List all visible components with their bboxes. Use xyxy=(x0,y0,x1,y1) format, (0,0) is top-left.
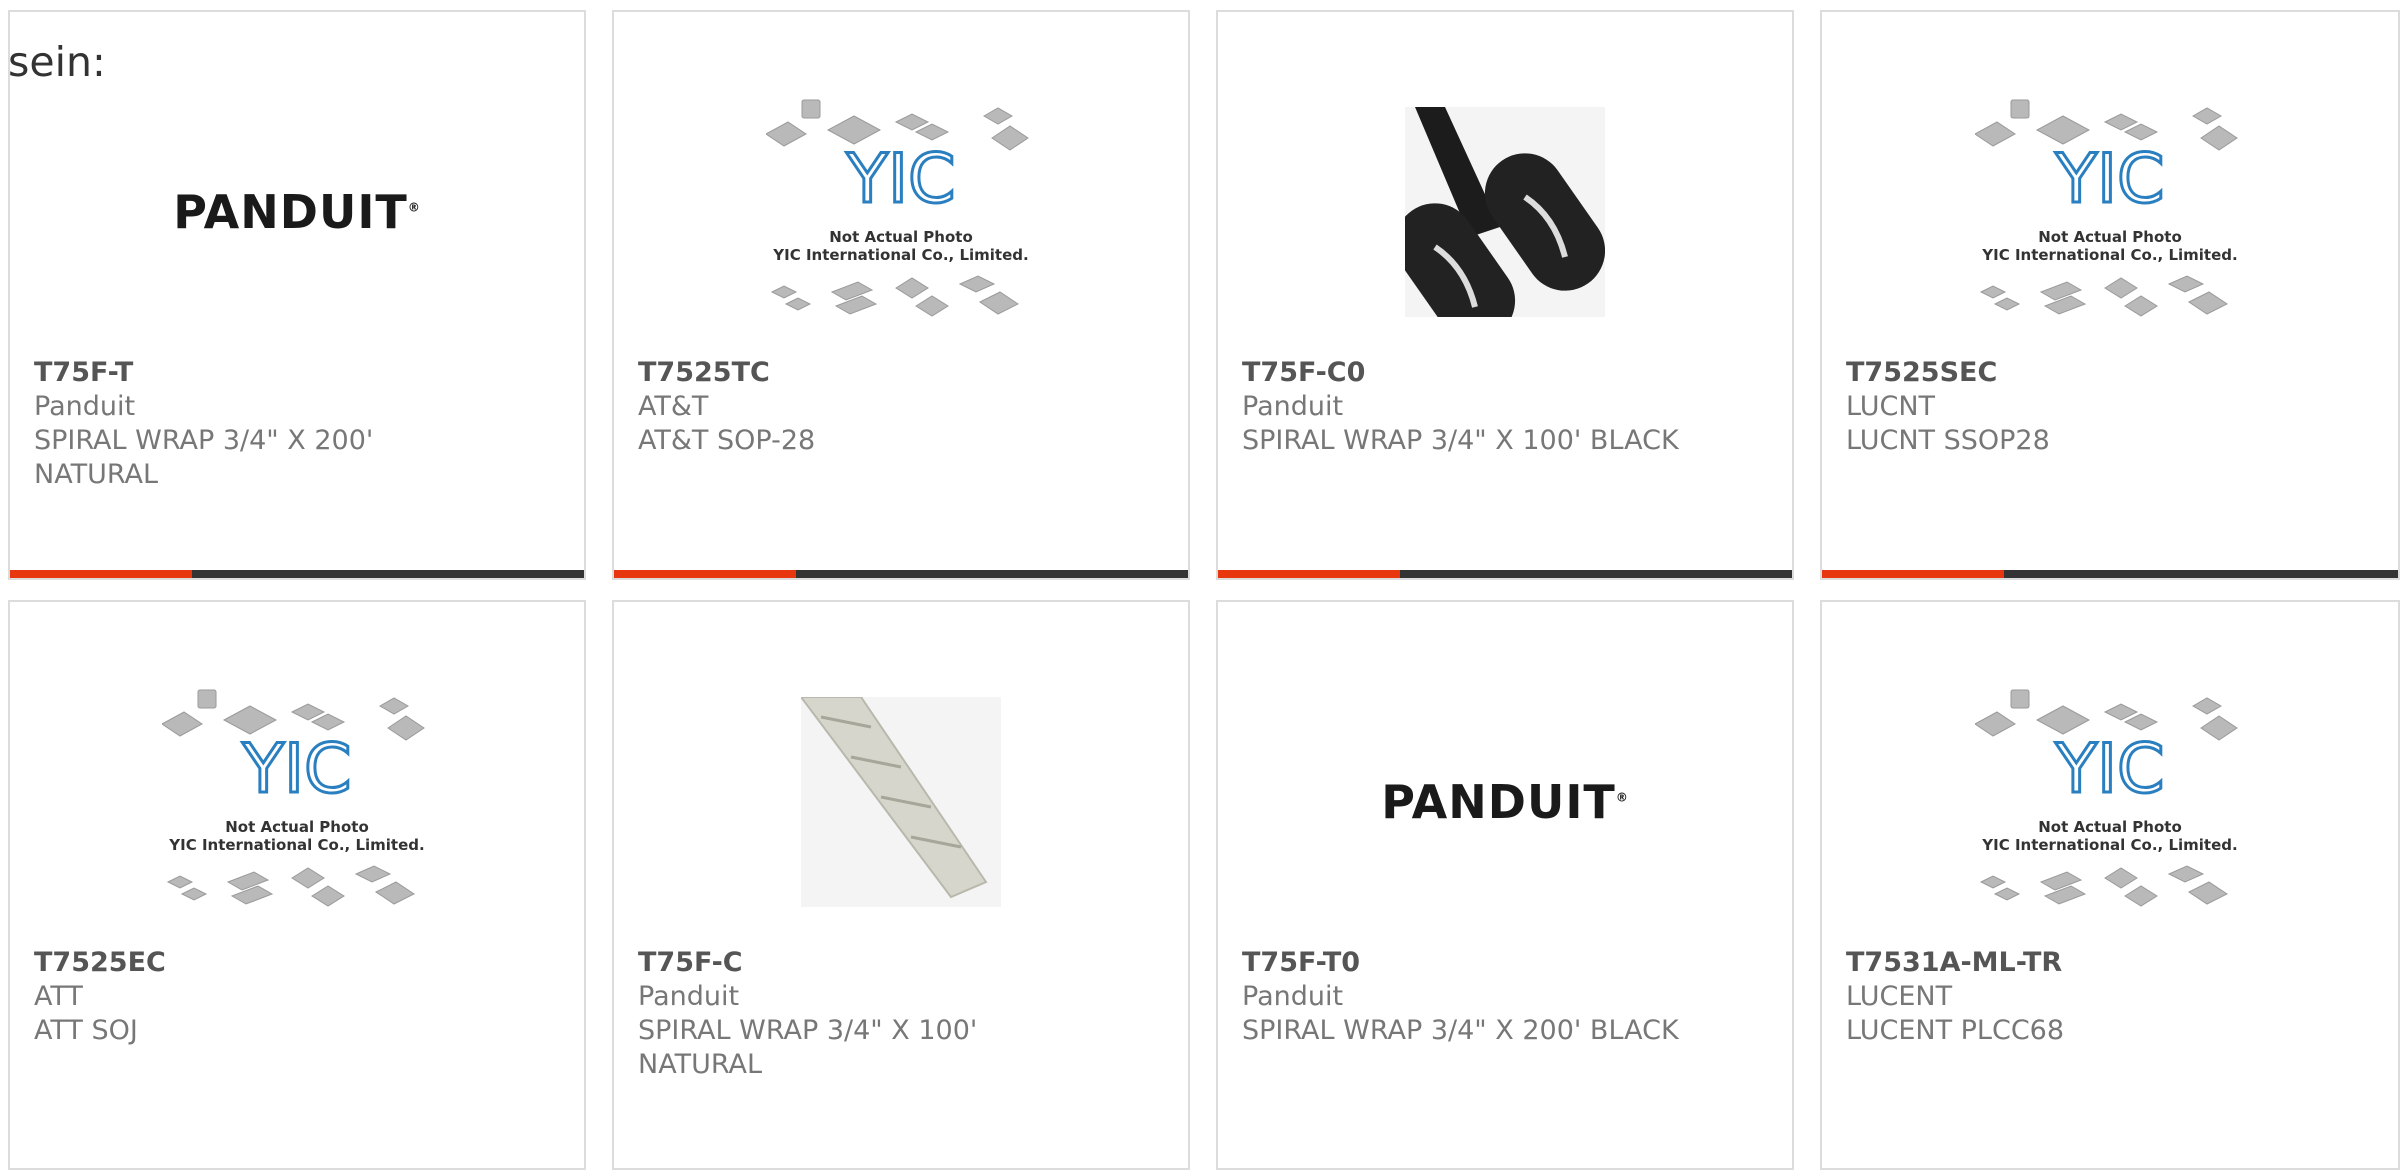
manufacturer: LUCENT xyxy=(1846,981,1953,1012)
part-number-link[interactable]: T7525EC xyxy=(34,946,564,980)
yic-placeholder-image: YIC Not Actual Photo YIC International C… xyxy=(1975,99,2238,317)
part-number-link[interactable]: T7525TC xyxy=(638,356,1168,390)
product-image[interactable]: YIC Not Actual Photo YIC International C… xyxy=(1822,72,2398,352)
description: AT&T SOP-28 xyxy=(638,425,816,456)
product-card[interactable]: YIC Not Actual Photo YIC International C… xyxy=(612,10,1190,580)
svg-text:YIC International Co., Limited: YIC International Co., Limited. xyxy=(1981,836,2237,854)
yic-placeholder-image: YIC Not Actual Photo YIC International C… xyxy=(162,689,425,907)
svg-text:YIC: YIC xyxy=(845,140,955,219)
description: ATT SOJ xyxy=(34,1015,138,1046)
part-number-link[interactable]: T7531A-ML-TR xyxy=(1846,946,2378,980)
svg-text:YIC: YIC xyxy=(241,730,351,809)
svg-text:YIC International Co., Limited: YIC International Co., Limited. xyxy=(1981,246,2237,264)
product-card[interactable]: PANDUIT® T75F-T Panduit SPIRAL WRAP 3/4"… xyxy=(8,10,586,580)
card-bottom-bar xyxy=(614,570,1188,578)
manufacturer: AT&T xyxy=(638,391,709,422)
panduit-logo: PANDUIT® xyxy=(173,185,421,239)
product-image[interactable] xyxy=(1218,72,1792,352)
svg-text:YIC International Co., Limited: YIC International Co., Limited. xyxy=(168,836,424,854)
page-fragment-text: sein: xyxy=(8,38,106,86)
description: SPIRAL WRAP 3/4" X 100' NATURAL xyxy=(638,1015,978,1080)
svg-text:Not Actual Photo: Not Actual Photo xyxy=(2038,818,2182,836)
svg-text:Not Actual Photo: Not Actual Photo xyxy=(225,818,369,836)
description: SPIRAL WRAP 3/4" X 200' BLACK xyxy=(1242,1015,1679,1046)
product-image[interactable]: YIC Not Actual Photo YIC International C… xyxy=(614,72,1188,352)
manufacturer: LUCNT xyxy=(1846,391,1936,422)
product-card[interactable]: T75F-C Panduit SPIRAL WRAP 3/4" X 100' N… xyxy=(612,600,1190,1170)
description: SPIRAL WRAP 3/4" X 100' BLACK xyxy=(1242,425,1679,456)
card-bottom-bar xyxy=(10,570,584,578)
description: LUCENT PLCC68 xyxy=(1846,1015,2065,1046)
svg-text:Not Actual Photo: Not Actual Photo xyxy=(829,228,973,246)
product-card[interactable]: YIC Not Actual Photo YIC International C… xyxy=(8,600,586,1170)
product-image[interactable] xyxy=(614,662,1188,942)
black-spiral-wrap-image xyxy=(1405,107,1605,317)
part-number-link[interactable]: T75F-C xyxy=(638,946,1168,980)
product-grid: PANDUIT® T75F-T Panduit SPIRAL WRAP 3/4"… xyxy=(0,0,2400,1170)
part-number-link[interactable]: T75F-C0 xyxy=(1242,356,1772,390)
manufacturer: ATT xyxy=(34,981,83,1012)
product-image[interactable]: PANDUIT® xyxy=(10,72,584,352)
part-number-link[interactable]: T75F-T xyxy=(34,356,564,390)
card-bottom-bar xyxy=(1822,570,2398,578)
product-card[interactable]: YIC Not Actual Photo YIC International C… xyxy=(1820,10,2400,580)
manufacturer: Panduit xyxy=(1242,391,1344,422)
product-card[interactable]: T75F-C0 Panduit SPIRAL WRAP 3/4" X 100' … xyxy=(1216,10,1794,580)
product-card[interactable]: YIC Not Actual Photo YIC International C… xyxy=(1820,600,2400,1170)
part-number-link[interactable]: T7525SEC xyxy=(1846,356,2378,390)
part-number-link[interactable]: T75F-T0 xyxy=(1242,946,1772,980)
description: SPIRAL WRAP 3/4" X 200' NATURAL xyxy=(34,425,374,490)
yic-placeholder-image: YIC Not Actual Photo YIC International C… xyxy=(1975,689,2238,907)
product-image[interactable]: PANDUIT® xyxy=(1218,662,1792,942)
manufacturer: Panduit xyxy=(638,981,740,1012)
svg-text:YIC: YIC xyxy=(2054,730,2164,809)
description: LUCNT SSOP28 xyxy=(1846,425,2050,456)
card-bottom-bar xyxy=(1218,570,1792,578)
manufacturer: Panduit xyxy=(34,391,136,422)
yic-placeholder-image: YIC Not Actual Photo YIC International C… xyxy=(766,99,1029,317)
natural-spiral-wrap-image xyxy=(801,697,1001,907)
product-card[interactable]: PANDUIT® T75F-T0 Panduit SPIRAL WRAP 3/4… xyxy=(1216,600,1794,1170)
svg-text:YIC: YIC xyxy=(2054,140,2164,219)
manufacturer: Panduit xyxy=(1242,981,1344,1012)
svg-text:YIC International Co., Limited: YIC International Co., Limited. xyxy=(772,246,1028,264)
product-image[interactable]: YIC Not Actual Photo YIC International C… xyxy=(10,662,584,942)
svg-text:Not Actual Photo: Not Actual Photo xyxy=(2038,228,2182,246)
product-image[interactable]: YIC Not Actual Photo YIC International C… xyxy=(1822,662,2398,942)
panduit-logo: PANDUIT® xyxy=(1381,775,1629,829)
